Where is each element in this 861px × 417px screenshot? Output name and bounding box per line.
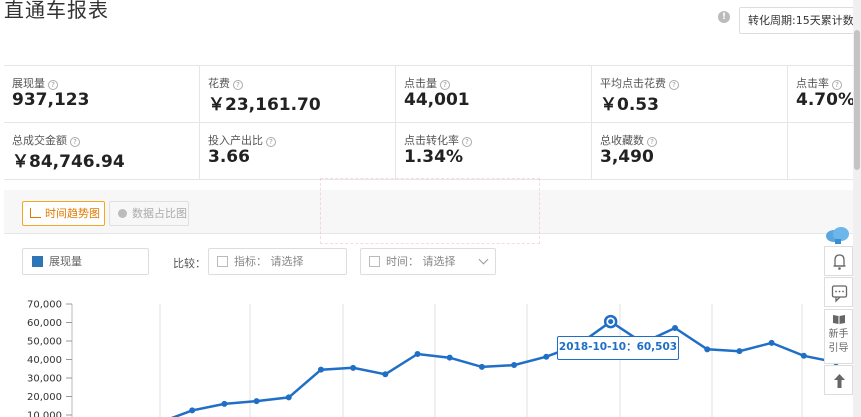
metric-cost: 花费? ￥23,161.70 — [200, 66, 396, 123]
tab-label: 时间趋势图 — [45, 207, 100, 220]
time-checkbox[interactable] — [369, 256, 380, 267]
legend-label: 展现量 — [49, 255, 82, 268]
data-point[interactable] — [253, 398, 260, 405]
data-point[interactable] — [543, 353, 550, 360]
help-icon[interactable]: ? — [70, 137, 80, 147]
time-select-placeholder: 时间： 请选择 — [386, 255, 456, 268]
info-icon[interactable]: ! — [718, 11, 730, 23]
y-tick-label: 20,000 — [27, 392, 62, 403]
metric-ctr: 点击率? 4.70% — [788, 66, 855, 123]
line-chart-icon — [30, 208, 41, 218]
metric-value: ￥0.53 — [600, 95, 659, 115]
data-point[interactable] — [317, 366, 324, 373]
y-tick-label: 30,000 — [27, 374, 62, 385]
beginner-guide-tool[interactable]: 新手 引导 — [824, 309, 853, 364]
metric-value: ￥23,161.70 — [208, 95, 321, 115]
metric-label: 点击量 — [404, 77, 437, 90]
scrollbar-thumb[interactable] — [854, 30, 860, 170]
data-point[interactable] — [446, 354, 453, 361]
data-point[interactable] — [704, 346, 711, 353]
chart-tooltip: 2018-10-10：60,503 — [557, 336, 679, 360]
metric-value: 44,001 — [404, 90, 470, 110]
data-point[interactable] — [736, 348, 743, 355]
metric-label: 总收藏数 — [600, 134, 644, 147]
notification-tool[interactable] — [824, 246, 853, 276]
metric-value: 4.70% — [796, 90, 855, 110]
conversion-period-button[interactable]: 转化周期:15天累计数据 — [739, 7, 857, 34]
tab-time-trend[interactable]: 时间趋势图 — [22, 201, 105, 226]
metrics-grid: 展现量? 937,123 花费? ￥23,161.70 点击量? 44,001 … — [4, 65, 855, 180]
back-to-top-tool[interactable] — [824, 365, 853, 395]
page-title: 直通车报表 — [4, 0, 109, 22]
metric-value: 937,123 — [12, 90, 90, 110]
y-tick-label: 70,000 — [27, 300, 62, 311]
help-icon[interactable]: ? — [233, 80, 243, 90]
bell-icon — [833, 254, 846, 270]
metric-label: 投入产出比 — [208, 134, 263, 147]
highlighted-point-core — [608, 319, 614, 325]
help-icon[interactable]: ? — [48, 80, 58, 90]
data-point[interactable] — [221, 400, 228, 407]
metric-impressions: 展现量? 937,123 — [4, 66, 200, 123]
help-icon[interactable]: ? — [266, 137, 276, 147]
series-legend[interactable]: 展现量 — [22, 248, 149, 275]
metric-favorites: 总收藏数? 3,490 — [592, 123, 788, 180]
data-point[interactable] — [189, 407, 196, 414]
data-point[interactable] — [672, 325, 679, 332]
message-tool[interactable] — [824, 277, 853, 307]
metric-label: 展现量 — [12, 77, 45, 90]
metric-label: 平均点击花费 — [600, 77, 666, 90]
arrow-up-icon — [834, 374, 845, 388]
help-icon[interactable]: ? — [669, 80, 679, 90]
metric-label: 点击转化率 — [404, 134, 459, 147]
metric-label: 点击率 — [796, 77, 829, 90]
metric-clicks: 点击量? 44,001 — [396, 66, 592, 123]
metric-select-placeholder: 指标： 请选择 — [234, 255, 304, 268]
compare-time-select[interactable]: 时间： 请选择 — [360, 248, 496, 275]
cloud-assistant-icon[interactable] — [825, 226, 851, 244]
data-point[interactable] — [414, 350, 421, 357]
tab-label: 数据占比图 — [132, 207, 187, 220]
y-tick-label: 40,000 — [27, 355, 62, 366]
data-point[interactable] — [478, 363, 485, 370]
help-icon[interactable]: ? — [462, 137, 472, 147]
data-point[interactable] — [382, 371, 389, 378]
metric-checkbox[interactable] — [217, 256, 228, 267]
metric-total-sales: 总成交金额? ￥84,746.94 — [4, 123, 200, 180]
watermark-stamp — [320, 178, 540, 244]
metric-conversion-rate: 点击转化率? 1.34% — [396, 123, 592, 180]
metric-value: ￥84,746.94 — [12, 152, 125, 172]
help-icon[interactable]: ? — [440, 80, 450, 90]
data-point[interactable] — [285, 394, 292, 401]
book-icon — [833, 315, 845, 324]
metric-roi: 投入产出比? 3.66 — [200, 123, 396, 180]
y-tick-label: 60,000 — [27, 318, 62, 329]
metric-avg-cpc: 平均点击花费? ￥0.53 — [592, 66, 788, 123]
chat-icon — [831, 285, 848, 303]
metric-label: 花费 — [208, 77, 230, 90]
metric-value: 1.34% — [404, 147, 463, 167]
guide-label-line-1: 新手 — [828, 329, 849, 340]
metric-label: 总成交金额 — [12, 134, 67, 147]
data-point[interactable] — [350, 364, 357, 371]
data-point[interactable] — [511, 362, 518, 369]
data-point[interactable] — [768, 339, 775, 346]
data-point[interactable] — [800, 352, 807, 359]
metric-value: 3,490 — [600, 147, 654, 167]
chevron-down-icon — [478, 254, 489, 265]
tab-data-proportion[interactable]: 数据占比图 — [109, 201, 189, 226]
series-line — [170, 320, 837, 417]
y-tick-label: 10,000 — [27, 411, 62, 417]
metric-empty — [788, 123, 853, 180]
metric-value: 3.66 — [208, 147, 250, 167]
y-tick-label: 50,000 — [27, 337, 62, 348]
help-icon[interactable]: ? — [832, 80, 842, 90]
compare-metric-select[interactable]: 指标： 请选择 — [208, 248, 347, 275]
trend-chart: 70,000 60,000 50,000 40,000 30,000 20,000 10,0… — [27, 300, 839, 417]
compare-label: 比较： — [173, 257, 206, 270]
legend-swatch — [32, 256, 43, 267]
help-icon[interactable]: ? — [647, 137, 657, 147]
guide-label-line-2: 引导 — [828, 343, 849, 354]
pie-chart-icon — [118, 209, 127, 218]
